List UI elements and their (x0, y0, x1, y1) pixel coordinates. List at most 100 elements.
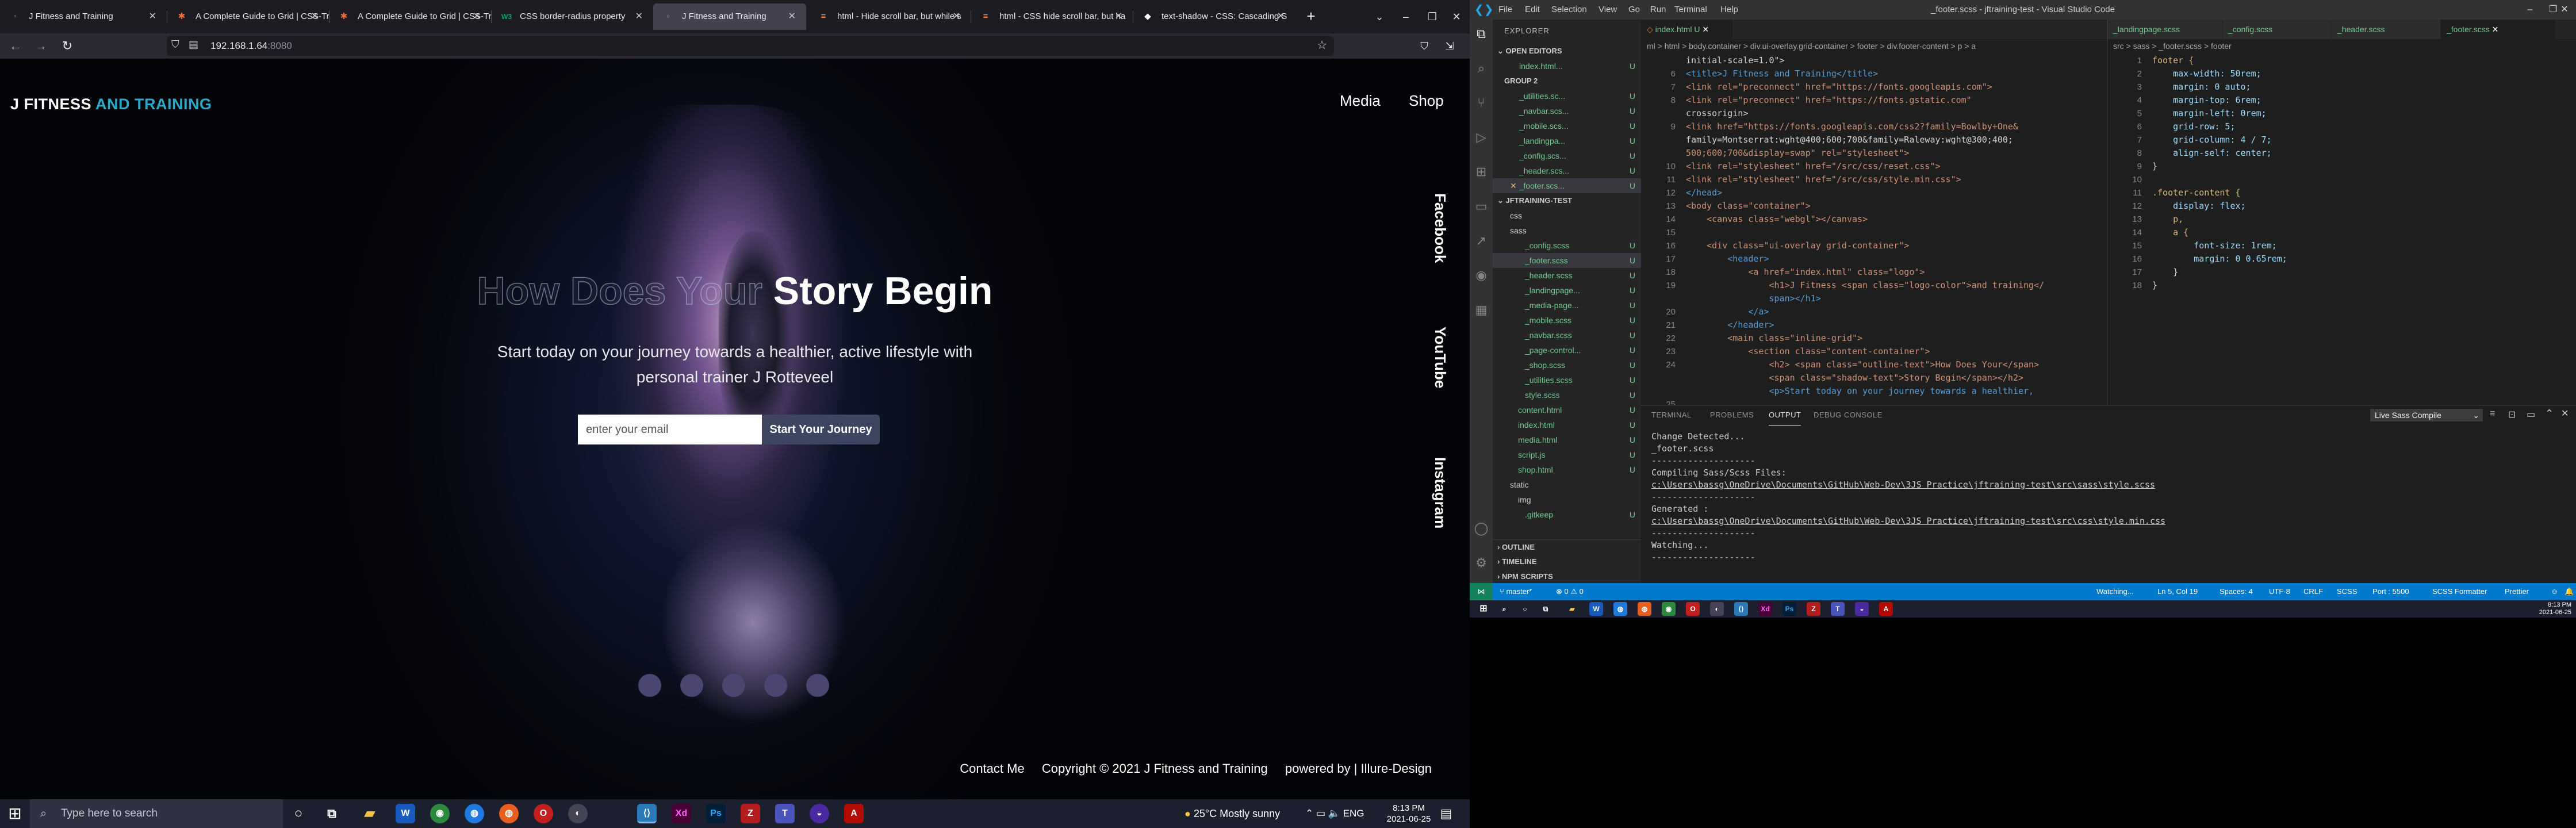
extensions-icon[interactable]: ⇲ (1441, 37, 1458, 55)
output-line[interactable]: c:\Users\bassg\OneDrive\Documents\GitHub… (1651, 515, 2165, 527)
menu-view[interactable]: View (1598, 0, 1617, 20)
adobe-xd-icon[interactable]: Xd (672, 804, 691, 823)
tree-folder[interactable]: css (1493, 208, 1641, 223)
open-file[interactable]: _header.scs... U (1493, 163, 1641, 178)
menu-edit[interactable]: Edit (1525, 0, 1540, 20)
close-window-icon[interactable]: ✕ (1443, 3, 1470, 30)
close-icon[interactable]: ✕ (953, 3, 960, 30)
filezilla-icon[interactable]: Z (741, 804, 760, 823)
nav-media[interactable]: Media (1340, 92, 1381, 110)
search-icon[interactable]: ⌕ (1497, 602, 1511, 616)
open-file[interactable]: _landingpa... U (1493, 133, 1641, 148)
language-mode[interactable]: SCSS (2337, 583, 2357, 600)
adobe-xd-icon[interactable]: Xd (1758, 602, 1772, 616)
bell-icon[interactable]: 🔔 (2564, 583, 2574, 600)
close-icon[interactable]: ✕ (1510, 181, 1519, 190)
clear-icon[interactable]: ▭ (2527, 409, 2535, 420)
teams-icon[interactable]: T (775, 804, 795, 823)
weather-widget[interactable]: ● 25°C Mostly sunny (1184, 799, 1280, 828)
github-desktop-icon[interactable]: ◒ (1855, 602, 1869, 616)
footer-powered-by[interactable]: powered by | Illure-Design (1285, 761, 1432, 776)
close-icon[interactable]: ✕ (149, 3, 156, 30)
social-instagram[interactable]: Instagram (1426, 450, 1449, 536)
firefox-dev-icon[interactable]: ◍ (1613, 602, 1627, 616)
photoshop-icon[interactable]: Ps (1782, 602, 1796, 616)
tree-folder[interactable]: sass (1493, 223, 1641, 238)
minimize-icon[interactable]: – (1393, 3, 1419, 30)
close-icon[interactable]: ✕ (635, 3, 643, 30)
new-tab-button[interactable]: + (1301, 6, 1321, 26)
group2-section[interactable]: GROUP 2 (1493, 74, 1641, 89)
file-explorer-icon[interactable]: ▰ (360, 804, 379, 823)
task-view-icon[interactable]: ⧉ (1539, 602, 1552, 616)
bookmark-star-icon[interactable]: ☆ (1317, 38, 1327, 52)
opera-icon[interactable]: O (1686, 602, 1700, 616)
editor-tab-header[interactable]: _header.scss (2332, 20, 2441, 39)
word-icon[interactable]: W (396, 804, 415, 823)
gear-icon[interactable]: ⚙ (1473, 554, 1490, 572)
url-bar[interactable]: ⛉ ▤ 192.168.1.64:8080 ☆ (167, 36, 1334, 56)
breadcrumb[interactable]: ml > html > body.container > div.ui-over… (1647, 39, 1976, 53)
panel-tab-debug-console[interactable]: DEBUG CONSOLE (1814, 405, 1883, 425)
social-facebook[interactable]: Facebook (1426, 185, 1449, 271)
acrobat-icon[interactable]: A (1879, 602, 1893, 616)
panel-tab-terminal[interactable]: TERMINAL (1651, 405, 1692, 425)
encoding[interactable]: UTF-8 (2269, 583, 2290, 600)
close-icon[interactable]: ✕ (788, 3, 796, 30)
run-debug-icon[interactable]: ▷ (1473, 129, 1490, 146)
docker-icon[interactable]: ▦ (1473, 301, 1490, 319)
cortana-icon[interactable]: ○ (289, 804, 308, 823)
vscode-taskbar-icon[interactable]: ⟨⟩ (1734, 602, 1748, 616)
formatter[interactable]: SCSS Formatter (2432, 583, 2487, 600)
outline-section[interactable]: › OUTLINE (1493, 539, 1641, 554)
teams-icon[interactable]: T (1831, 602, 1845, 616)
tree-file[interactable]: style.scss U (1493, 388, 1641, 402)
live-share-icon[interactable]: ↗ (1473, 232, 1490, 250)
reload-icon[interactable]: ↻ (59, 37, 76, 55)
close-icon[interactable]: ✕ (1115, 3, 1122, 30)
remote-explorer-icon[interactable]: ▭ (1473, 198, 1490, 215)
editor-tab-config[interactable]: _config.scss (2222, 20, 2332, 39)
lock-icon[interactable]: ⊡ (2508, 409, 2516, 420)
editor-tab-landingpage[interactable]: _landingpage.scss (2107, 20, 2222, 39)
tree-file[interactable]: _landingpage... U (1493, 283, 1641, 298)
back-icon[interactable]: ← (7, 37, 24, 55)
vscode-taskbar-icon[interactable]: ⟨⟩ (637, 804, 657, 823)
source-control-icon[interactable]: ⑂ (1473, 94, 1490, 112)
tree-file[interactable]: _media-page... U (1493, 298, 1641, 313)
sass-watching[interactable]: Watching... (2096, 583, 2134, 600)
menu-terminal[interactable]: Terminal (1674, 0, 1707, 20)
open-file-active[interactable]: ✕ _footer.scs... U (1493, 178, 1641, 193)
start-journey-button[interactable]: Start Your Journey (762, 415, 880, 444)
breadcrumb[interactable]: src > sass > _footer.scss > footer (2113, 39, 2232, 53)
tree-file[interactable]: _mobile.scss U (1493, 313, 1641, 328)
tree-file[interactable]: _shop.scss U (1493, 358, 1641, 373)
close-window-icon[interactable]: ✕ (2553, 0, 2576, 20)
menu-run[interactable]: Run (1650, 0, 1666, 20)
taskbar-clock[interactable]: 8:13 PM 2021-06-25 (1386, 803, 1432, 825)
tab-5[interactable]: ≡ html - Hide scroll bar, but while s ✕ (808, 3, 971, 30)
windows-start-icon[interactable]: ⊞ (1477, 602, 1490, 616)
tree-file-active[interactable]: _footer.scss U (1493, 253, 1641, 268)
timeline-section[interactable]: › TIMELINE (1493, 554, 1641, 569)
acrobat-icon[interactable]: A (844, 804, 864, 823)
panel-tab-problems[interactable]: PROBLEMS (1710, 405, 1754, 425)
panel-tab-output[interactable]: OUTPUT (1769, 405, 1801, 425)
taskbar-clock[interactable]: 8:13 PM 2021-06-25 (2539, 601, 2571, 616)
tab-2[interactable]: ✱ A Complete Guide to Grid | CSS-Tricks … (329, 3, 491, 30)
chevron-up-icon[interactable]: ⌃ (1305, 808, 1313, 819)
project-section[interactable]: ⌄ JFTRAINING-TEST (1493, 193, 1641, 208)
explorer-icon[interactable]: ⧉ (1473, 25, 1490, 43)
chevron-down-icon[interactable]: ⌄ (1366, 3, 1393, 30)
output-line[interactable]: c:\Users\bassg\OneDrive\Documents\GitHub… (1651, 479, 2155, 491)
close-icon[interactable]: ✕ (2561, 408, 2569, 419)
pocket-icon[interactable]: ⛉ (1416, 37, 1433, 55)
cursor-position[interactable]: Ln 5, Col 19 (2157, 583, 2198, 600)
account-icon[interactable]: ◯ (1473, 520, 1490, 537)
editor-group-2[interactable]: _landingpage.scss _config.scss _header.s… (2107, 20, 2576, 405)
firefox-icon[interactable]: ◍ (1638, 602, 1651, 616)
tree-file[interactable]: shop.html U (1493, 462, 1641, 477)
tree-file[interactable]: _page-control... U (1493, 343, 1641, 358)
menu-go[interactable]: Go (1628, 0, 1640, 20)
cortana-icon[interactable]: ○ (1518, 602, 1532, 616)
